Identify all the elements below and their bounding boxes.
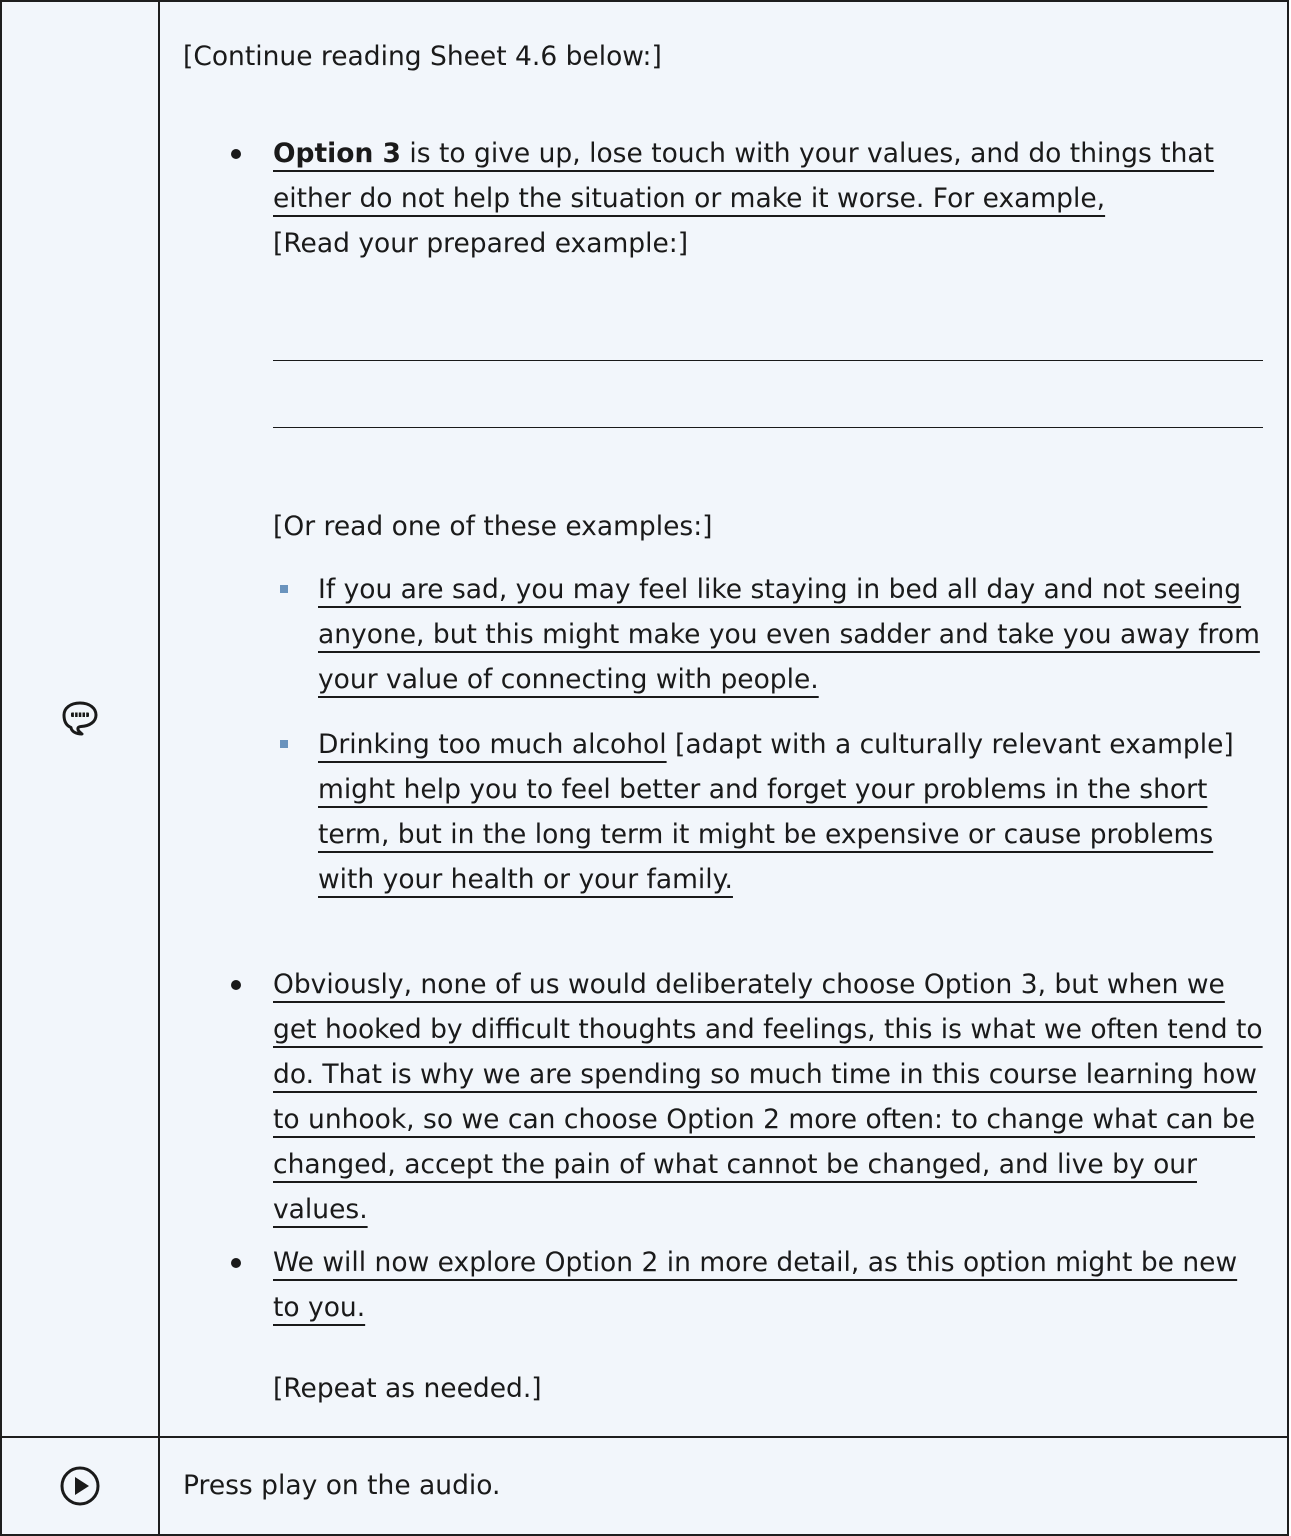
explore-option-2-text: We will now explore Option 2 in more det… [273, 1247, 1238, 1323]
example-item-alcohol: Drinking too much alcohol [adapt with a … [183, 722, 1267, 902]
example-alcohol-note: [adapt with a culturally relevant exampl… [666, 729, 1234, 760]
audio-row: Press play on the audio. [0, 1436, 1289, 1536]
bullet-obviously: Obviously, none of us would deliberately… [183, 962, 1267, 1232]
script-bullets-continued: Obviously, none of us would deliberately… [183, 962, 1267, 1330]
blank-answer-line-2[interactable] [273, 361, 1263, 428]
example-item-sad: If you are sad, you may feel like stayin… [183, 567, 1267, 702]
icon-cell [0, 0, 160, 1438]
option-3-text: is to give up, lose touch with your valu… [273, 138, 1215, 214]
option-3-label: Option 3 [273, 138, 401, 169]
example-alcohol-rest: might help you to feel better and forget… [318, 774, 1214, 895]
script-bullets: Option 3 is to give up, lose touch with … [183, 131, 1267, 266]
bullet-explore-option-2: We will now explore Option 2 in more det… [183, 1240, 1267, 1330]
script-row: [Continue reading Sheet 4.6 below:] Opti… [0, 0, 1289, 1438]
example-sad-text: If you are sad, you may feel like stayin… [318, 574, 1260, 695]
intro-instruction: [Continue reading Sheet 4.6 below:] [183, 41, 662, 72]
audio-icon-cell [0, 1436, 160, 1536]
option-3-paragraph: Option 3 is to give up, lose touch with … [273, 138, 1214, 214]
example-list: If you are sad, you may feel like stayin… [183, 567, 1267, 902]
bullet-option-3: Option 3 is to give up, lose touch with … [183, 131, 1267, 266]
prepared-example-instruction: [Read your prepared example:] [273, 228, 689, 259]
script-cell: [Continue reading Sheet 4.6 below:] Opti… [158, 0, 1289, 1438]
speech-bubble-icon [60, 701, 100, 736]
guide-table: [Continue reading Sheet 4.6 below:] Opti… [0, 0, 1289, 1536]
audio-instruction: Press play on the audio. [183, 1470, 501, 1501]
obviously-text: Obviously, none of us would deliberately… [273, 969, 1263, 1225]
example-alcohol-lead: Drinking too much alcohol [318, 729, 667, 760]
or-read-instruction: [Or read one of these examples:] [273, 511, 713, 542]
audio-cell: Press play on the audio. [158, 1436, 1289, 1536]
blank-answer-line-1[interactable] [273, 320, 1263, 361]
play-circle-icon[interactable] [59, 1466, 101, 1506]
repeat-instruction: [Repeat as needed.] [273, 1373, 542, 1404]
